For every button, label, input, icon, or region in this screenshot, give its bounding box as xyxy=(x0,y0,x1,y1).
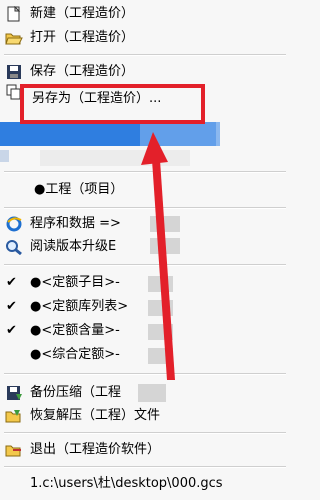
annotation-arrow-icon xyxy=(141,132,175,380)
file-menu: 新建（工程造价） 打开（工程造价） 保存（工程造价） 另存为（工程造价）... … xyxy=(0,0,290,500)
